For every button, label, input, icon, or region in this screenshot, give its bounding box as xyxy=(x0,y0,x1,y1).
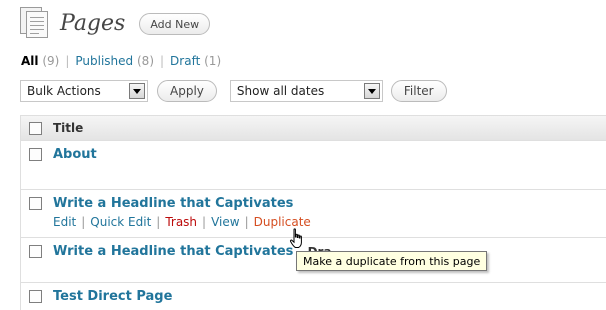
row-checkbox[interactable] xyxy=(29,148,42,161)
table-row: About xyxy=(21,141,606,190)
row-actions: Edit | Quick Edit | Trash | View | Dupli… xyxy=(53,215,606,229)
action-separator: | xyxy=(156,215,161,229)
filter-all[interactable]: All (9) xyxy=(21,54,59,68)
dropdown-arrow-icon[interactable] xyxy=(363,83,380,99)
select-all-checkbox[interactable] xyxy=(29,121,42,135)
page-header: Pages Add New xyxy=(20,4,211,42)
dates-select[interactable]: Show all dates xyxy=(229,80,383,102)
filter-separator: | xyxy=(160,54,165,68)
bulk-actions-value: Bulk Actions xyxy=(27,84,101,98)
view-link[interactable]: View xyxy=(211,215,239,229)
table-header: Title xyxy=(21,116,606,141)
dropdown-arrow-icon[interactable] xyxy=(129,83,145,99)
action-separator: | xyxy=(202,215,207,229)
pages-icon xyxy=(20,7,50,39)
add-new-button[interactable]: Add New xyxy=(139,13,211,35)
duplicate-tooltip: Make a duplicate from this page xyxy=(296,251,488,271)
table-row: Write a Headline that Captivates Edit | … xyxy=(21,190,606,238)
bulk-actions-select[interactable]: Bulk Actions xyxy=(20,80,148,102)
row-title-link[interactable]: About xyxy=(53,147,97,162)
filter-published[interactable]: Published (8) xyxy=(75,54,154,68)
filter-draft-label[interactable]: Draft xyxy=(170,54,200,68)
filter-published-count: (8) xyxy=(137,54,154,68)
row-title-link[interactable]: Test Direct Page xyxy=(53,289,172,304)
filter-separator: | xyxy=(65,54,70,68)
filter-draft[interactable]: Draft (1) xyxy=(170,54,221,68)
trash-link[interactable]: Trash xyxy=(165,215,197,229)
page-title: Pages xyxy=(60,10,126,36)
table-row: Test Direct Page xyxy=(21,283,606,310)
status-filter-links: All (9) | Published (8) | Draft (1) xyxy=(21,54,221,68)
filter-all-count: (9) xyxy=(42,54,60,68)
duplicate-link[interactable]: Duplicate xyxy=(254,215,311,229)
edit-link[interactable]: Edit xyxy=(53,215,76,229)
filter-all-label[interactable]: All xyxy=(21,54,39,68)
title-column-header[interactable]: Title xyxy=(53,121,83,135)
table-toolbar: Bulk Actions Apply Show all dates Filter xyxy=(20,80,447,102)
row-title-link[interactable]: Write a Headline that Captivates xyxy=(53,244,293,259)
filter-draft-count: (1) xyxy=(204,54,222,68)
filter-button[interactable]: Filter xyxy=(390,80,447,102)
filter-published-label[interactable]: Published xyxy=(75,54,133,68)
hand-cursor-icon xyxy=(289,228,302,248)
row-checkbox[interactable] xyxy=(29,245,42,258)
apply-button[interactable]: Apply xyxy=(157,80,217,102)
action-separator: | xyxy=(81,215,86,229)
row-checkbox[interactable] xyxy=(29,197,42,210)
quick-edit-link[interactable]: Quick Edit xyxy=(90,215,151,229)
action-separator: | xyxy=(244,215,249,229)
dates-value: Show all dates xyxy=(236,84,325,98)
pages-table: Title About Write a Headline that Captiv… xyxy=(20,115,606,310)
row-checkbox[interactable] xyxy=(29,290,42,303)
row-title-link[interactable]: Write a Headline that Captivates xyxy=(53,196,293,211)
